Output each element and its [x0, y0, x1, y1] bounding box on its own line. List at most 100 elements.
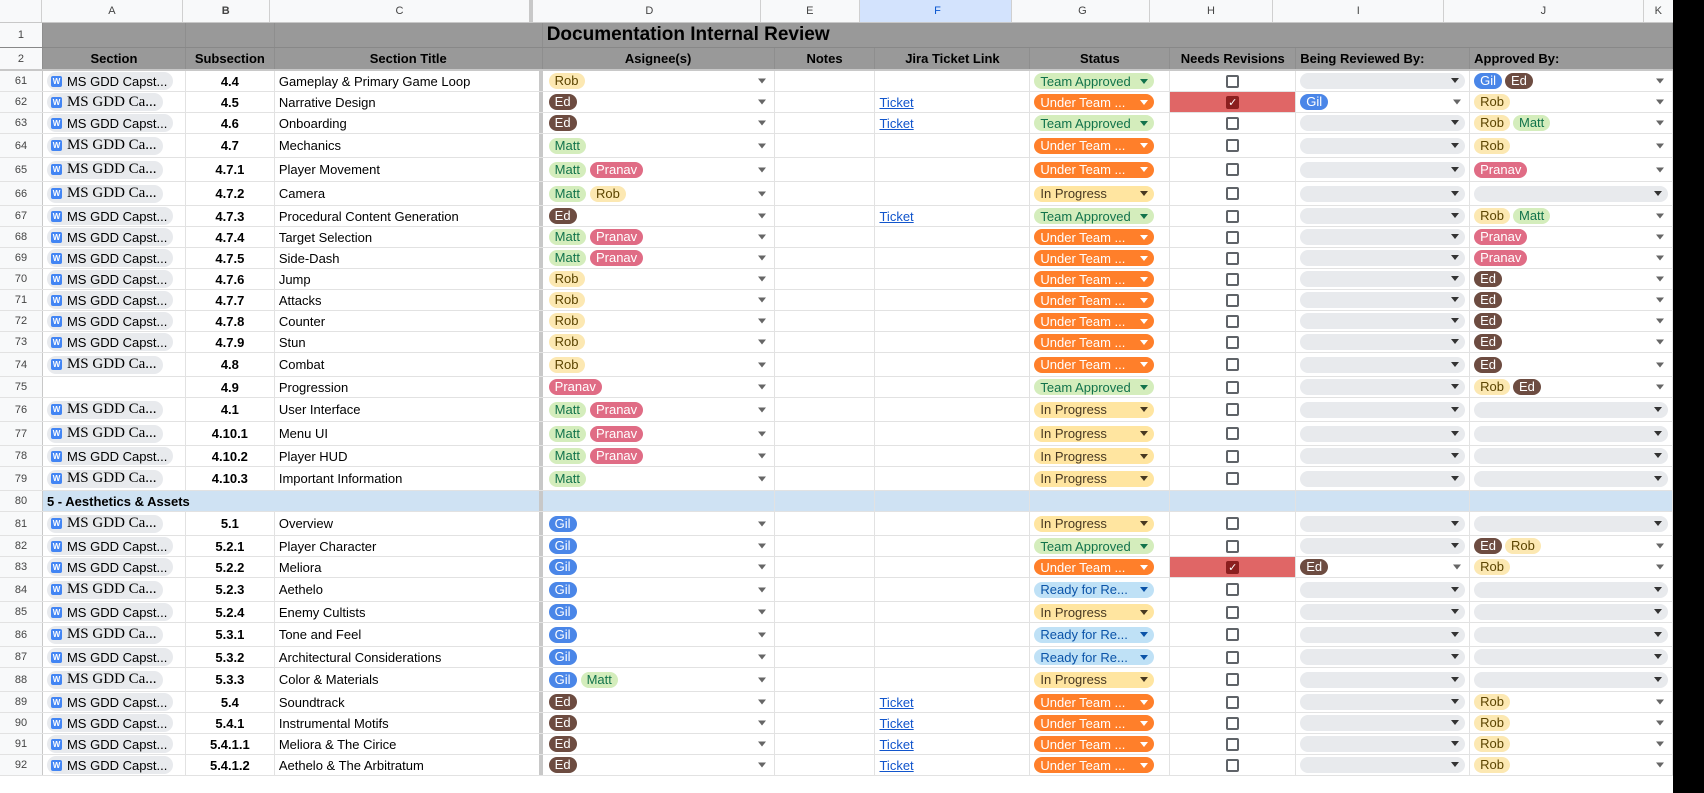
section-title-cell[interactable]: Aethelo & The Arbitratum	[275, 755, 543, 775]
status-cell[interactable]: In Progress	[1030, 422, 1171, 445]
reviewer-dropdown[interactable]	[1300, 334, 1466, 350]
approved-by-cell[interactable]: Ed	[1470, 311, 1673, 331]
jira-cell[interactable]	[875, 557, 1031, 577]
section-title-cell[interactable]: Onboarding	[275, 113, 543, 133]
section-title-cell[interactable]: Jump	[275, 269, 543, 289]
status-dropdown[interactable]: Under Team ...	[1034, 313, 1155, 329]
being-reviewed-cell[interactable]	[1296, 248, 1471, 268]
jira-cell[interactable]: Ticket	[875, 92, 1031, 112]
assignees-cell[interactable]: Ed	[543, 755, 775, 775]
chevron-down-icon[interactable]	[757, 654, 766, 660]
jira-cell[interactable]: Ticket	[875, 206, 1031, 226]
needs-revisions-cell[interactable]	[1170, 158, 1297, 181]
row-number[interactable]: 91	[0, 734, 43, 754]
assignees-cell[interactable]: Ed	[543, 692, 775, 712]
section-cell[interactable]: W MS GDD Capst...	[43, 734, 186, 754]
approver-dropdown[interactable]: Rob Ed	[1474, 379, 1668, 395]
chevron-down-icon[interactable]	[757, 143, 766, 148]
row-number[interactable]: 86	[0, 623, 43, 646]
section-title-cell[interactable]: Progression	[275, 377, 543, 397]
approver-dropdown[interactable]: Rob	[1474, 736, 1668, 752]
section-cell[interactable]: W MS GDD Ca...	[43, 512, 186, 535]
chevron-down-icon[interactable]	[757, 339, 766, 345]
status-cell[interactable]: Under Team ...	[1030, 557, 1171, 577]
reviewer-dropdown[interactable]: Ed	[1300, 559, 1465, 575]
column-header-k[interactable]: K	[1644, 0, 1673, 22]
notes-cell[interactable]	[775, 755, 876, 775]
needs-revisions-checkbox[interactable]	[1226, 139, 1240, 152]
assignees-cell[interactable]: Matt Pranav	[543, 422, 775, 445]
status-cell[interactable]: Under Team ...	[1030, 311, 1171, 331]
section-title-cell[interactable]: Player Movement	[275, 158, 543, 181]
needs-revisions-cell[interactable]	[1170, 623, 1297, 646]
status-dropdown[interactable]: Under Team ...	[1034, 229, 1155, 245]
status-cell[interactable]: In Progress	[1030, 467, 1171, 490]
jira-cell[interactable]	[875, 353, 1031, 376]
jira-cell[interactable]	[875, 398, 1031, 421]
status-cell[interactable]: Under Team ...	[1030, 290, 1171, 310]
chevron-down-icon[interactable]	[1656, 318, 1664, 324]
doc-link-chip[interactable]: W MS GDD Capst...	[46, 648, 174, 666]
subsection-cell[interactable]: 4.7	[186, 134, 275, 157]
row-number[interactable]: 64	[0, 134, 43, 157]
assignees-cell[interactable]: Matt	[543, 134, 775, 157]
jira-cell[interactable]	[875, 182, 1031, 205]
section-cell[interactable]: W MS GDD Capst...	[43, 713, 186, 733]
column-header-j[interactable]: J	[1444, 0, 1644, 22]
doc-link-chip[interactable]: W MS GDD Capst...	[46, 735, 174, 753]
needs-revisions-checkbox[interactable]	[1226, 628, 1240, 641]
section-cell[interactable]: W MS GDD Capst...	[43, 290, 186, 310]
doc-link-chip[interactable]: W MS GDD Capst...	[46, 558, 174, 576]
chevron-down-icon[interactable]	[757, 632, 766, 637]
section-title-cell[interactable]: Soundtrack	[275, 692, 543, 712]
jira-cell[interactable]	[875, 134, 1031, 157]
doc-link-chip[interactable]: W MS GDD Ca...	[46, 355, 163, 374]
cell[interactable]	[875, 491, 1031, 511]
approved-by-cell[interactable]	[1470, 422, 1673, 445]
approved-by-cell[interactable]	[1470, 512, 1673, 535]
needs-revisions-checkbox[interactable]	[1226, 539, 1240, 553]
being-reviewed-cell[interactable]: Gil	[1296, 92, 1471, 112]
header-approved-by[interactable]: Approved By:	[1470, 48, 1673, 69]
being-reviewed-cell[interactable]	[1296, 422, 1471, 445]
assignees-cell[interactable]: Rob	[543, 269, 775, 289]
notes-cell[interactable]	[775, 290, 876, 310]
jira-cell[interactable]	[875, 512, 1031, 535]
reviewer-dropdown[interactable]	[1300, 694, 1466, 710]
needs-revisions-cell[interactable]: ✓	[1170, 557, 1297, 577]
status-dropdown[interactable]: Under Team ...	[1034, 94, 1155, 110]
reviewer-dropdown[interactable]	[1300, 185, 1466, 202]
approver-dropdown[interactable]	[1474, 425, 1668, 442]
section-title-cell[interactable]: Side-Dash	[275, 248, 543, 268]
needs-revisions-cell[interactable]	[1170, 602, 1297, 622]
assignees-cell[interactable]: Gil Matt	[543, 668, 775, 691]
section-title-cell[interactable]: Important Information	[275, 467, 543, 490]
being-reviewed-cell[interactable]	[1296, 182, 1471, 205]
approver-dropdown[interactable]	[1474, 581, 1668, 598]
chevron-down-icon[interactable]	[757, 213, 766, 219]
needs-revisions-checkbox[interactable]	[1226, 403, 1240, 416]
cell[interactable]	[1470, 491, 1673, 511]
jira-cell[interactable]	[875, 158, 1031, 181]
chevron-down-icon[interactable]	[1656, 213, 1664, 219]
status-dropdown[interactable]: Under Team ...	[1034, 715, 1155, 731]
subsection-cell[interactable]: 4.7.7	[186, 290, 275, 310]
chevron-down-icon[interactable]	[757, 362, 766, 367]
subsection-cell[interactable]: 5.2.2	[186, 557, 275, 577]
column-header-e[interactable]: E	[761, 0, 860, 22]
section-title-cell[interactable]: Narrative Design	[275, 92, 543, 112]
being-reviewed-cell[interactable]	[1296, 158, 1471, 181]
row-number[interactable]: 67	[0, 206, 43, 226]
needs-revisions-checkbox[interactable]	[1226, 230, 1240, 244]
assignees-cell[interactable]: Ed	[543, 113, 775, 133]
assignees-cell[interactable]: Matt Rob	[543, 182, 775, 205]
needs-revisions-cell[interactable]	[1170, 311, 1297, 331]
chevron-down-icon[interactable]	[757, 191, 766, 196]
notes-cell[interactable]	[775, 71, 876, 91]
status-dropdown[interactable]: Ready for Re...	[1034, 626, 1155, 643]
needs-revisions-checkbox[interactable]	[1226, 472, 1240, 485]
approved-by-cell[interactable]: Ed	[1470, 332, 1673, 352]
needs-revisions-checkbox[interactable]	[1226, 716, 1240, 730]
approved-by-cell[interactable]: Rob	[1470, 734, 1673, 754]
subsection-cell[interactable]: 5.3.2	[186, 647, 275, 667]
